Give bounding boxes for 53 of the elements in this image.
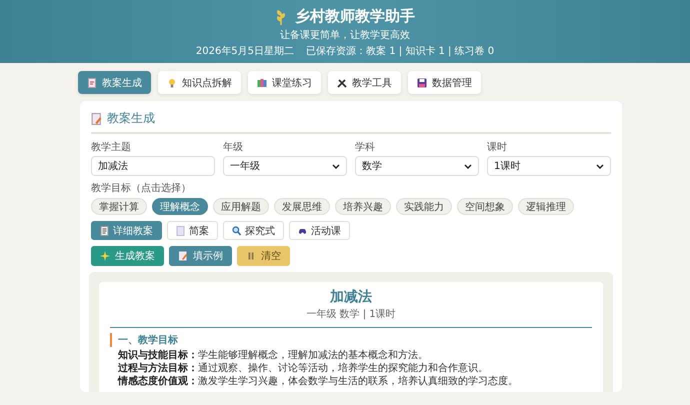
objective-text: 知识与技能目标：学生能够理解概念，理解加减法的基本概念和方法。 xyxy=(118,349,429,362)
app-title: 乡村教师教学助手 xyxy=(295,7,415,26)
section-title: 教案生成 xyxy=(107,110,155,127)
document-meta: 一年级 数学 | 1课时 xyxy=(305,308,397,321)
plan-style-button[interactable]: 详细教案 xyxy=(91,221,162,240)
nav-tab[interactable]: 课堂练习 xyxy=(248,71,321,94)
goal-chip[interactable]: 实践能力 xyxy=(396,198,452,215)
plan-style-button[interactable]: 简案 xyxy=(167,221,218,240)
nav-tab[interactable]: 数据管理 xyxy=(408,71,481,94)
saved-resources-text: 已保存资源：教案 1 | 知识卡 1 | 练习卷 0 xyxy=(306,44,494,58)
chevron-down-icon xyxy=(332,164,340,168)
lightbulb-icon xyxy=(167,78,177,88)
goal-chip[interactable]: 培养兴趣 xyxy=(335,198,391,215)
field-label: 年级 xyxy=(223,141,244,154)
dropdown-select[interactable]: 1课时 xyxy=(487,156,611,176)
goal-chip[interactable]: 发展思维 xyxy=(274,198,330,215)
chevron-down-icon xyxy=(464,164,472,168)
books-icon xyxy=(257,78,267,88)
goal-chip[interactable]: 掌握计算 xyxy=(91,198,147,215)
goal-chip[interactable]: 逻辑推理 xyxy=(518,198,574,215)
objective-text: 情感态度价值观：激发学生学习兴趣，体会数学与生活的联系，培养认真细致的学习态度。 xyxy=(118,375,519,388)
sparkle-icon xyxy=(100,251,110,261)
section-heading: 一、教学目标 xyxy=(110,333,592,347)
goal-chip[interactable]: 空间想象 xyxy=(457,198,513,215)
wheat-icon xyxy=(275,8,287,24)
objective-text: 过程与方法目标：通过观察、操作、讨论等活动，培养学生的探究能力和合作意识。 xyxy=(118,362,489,375)
chevron-down-icon xyxy=(596,164,604,168)
fill-example-button[interactable]: 填示例 xyxy=(169,246,232,266)
plan-style-button[interactable]: 活动课 xyxy=(289,221,350,240)
nav-tab[interactable]: 教案生成 xyxy=(78,71,151,94)
plan-style-button[interactable]: 探究式 xyxy=(223,221,284,240)
document-title: 加减法 xyxy=(328,288,373,306)
document-icon xyxy=(178,251,188,261)
magnifier-icon xyxy=(232,226,241,236)
nav-tab[interactable]: 教学工具 xyxy=(328,71,401,94)
nav-tab[interactable]: 知识点拆解 xyxy=(158,71,241,94)
field-label: 教学主题 xyxy=(91,140,132,154)
date-text: 2026年5月5日星期二 xyxy=(196,44,294,58)
clear-button[interactable]: 清空 xyxy=(237,246,290,266)
pause-icon xyxy=(246,251,256,261)
document-icon xyxy=(87,78,97,88)
dropdown-select[interactable]: 一年级 xyxy=(223,156,347,176)
goal-chip[interactable]: 应用解题 xyxy=(213,198,269,215)
page-icon xyxy=(176,226,185,236)
goal-chip[interactable]: 理解概念 xyxy=(152,198,208,215)
topic-input[interactable]: 加减法 xyxy=(91,156,215,176)
document-icon xyxy=(91,112,102,124)
goals-label: 教学目标（点击选择） xyxy=(91,182,191,195)
field-label: 课时 xyxy=(487,140,508,154)
field-label: 学科 xyxy=(355,140,376,154)
dropdown-select[interactable]: 数学 xyxy=(355,156,479,176)
document-icon xyxy=(100,226,109,236)
app-subtitle: 让备课更简单，让教学更高效 xyxy=(280,28,410,42)
